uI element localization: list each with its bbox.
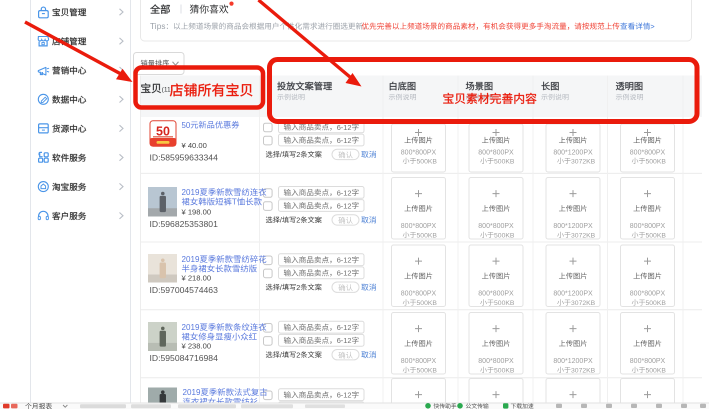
svg-text:ID:585959633344: ID:585959633344: [150, 152, 219, 162]
svg-text:T: T: [232, 198, 237, 207]
svg-text:ID:596825353801: ID:596825353801: [150, 219, 219, 229]
svg-text:¥ 218.00: ¥ 218.00: [182, 273, 212, 282]
svg-text:2019: 2019: [182, 255, 200, 264]
svg-text:2019: 2019: [182, 188, 200, 197]
svg-text:¥ 238.00: ¥ 238.00: [182, 341, 212, 350]
svg-text:¥ 198.00: ¥ 198.00: [182, 207, 212, 216]
svg-text:>: >: [650, 22, 654, 31]
svg-text:2019: 2019: [183, 388, 201, 397]
svg-text:ID:597004574463: ID:597004574463: [150, 285, 219, 295]
svg-text:Tips: Tips: [150, 22, 165, 31]
svg-text:2019: 2019: [182, 323, 200, 332]
svg-text:50: 50: [182, 121, 191, 130]
svg-text:ID:595084716984: ID:595084716984: [150, 353, 219, 363]
svg-text:¥ 40.00: ¥ 40.00: [182, 141, 207, 150]
